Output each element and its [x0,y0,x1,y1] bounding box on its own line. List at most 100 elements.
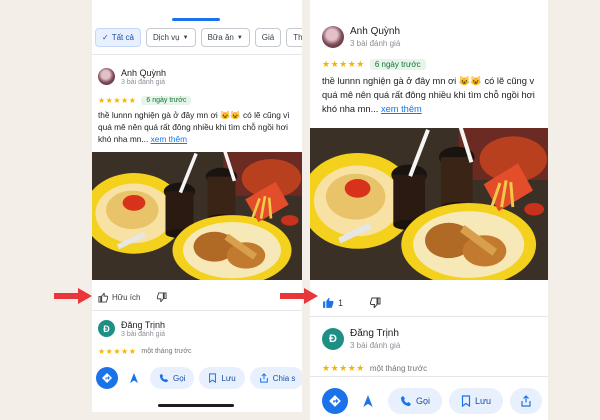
food-photo-illustration [310,128,548,280]
call-label: Gọi [173,373,186,383]
review-actions: Hữu ích [98,292,168,303]
rating-row: ★★★★★ 6 ngày trước [98,96,192,105]
next-review-author[interactable]: Đ Đăng Trịnh 3 bài đánh giá [98,320,165,338]
star-rating: ★★★★★ [322,363,365,373]
author-review-count: 3 bài đánh giá [350,39,401,48]
share-label: Chia s [272,373,296,383]
call-button[interactable]: Gọi [388,388,443,414]
review-photo[interactable] [92,152,302,280]
call-label: Gọi [416,396,431,406]
filter-chip-label: Tất cả [111,33,134,42]
navigation-arrow-icon [130,373,138,383]
star-rating: ★★★★★ [322,59,365,69]
review-time: một tháng trước [369,364,428,373]
divider [92,310,302,311]
caret-down-icon: ▼ [182,34,189,41]
phone-icon [401,396,411,406]
filter-chip-meal[interactable]: Bữa ăn ▼ [200,28,250,47]
share-button[interactable] [510,388,543,414]
author-review-count: 3 bài đánh giá [121,79,165,86]
place-action-bar: Gọi Lưu [322,388,543,414]
check-icon: ✓ [102,33,109,42]
directions-icon [102,373,112,383]
avatar[interactable] [98,68,115,85]
author-review-count: 3 bài đánh giá [121,331,165,338]
red-arrow-icon [280,288,318,304]
divider [92,54,302,55]
food-photo-illustration [92,152,302,280]
share-button[interactable]: Chia s [249,367,302,389]
save-label: Lưu [475,396,492,406]
left-phone-screen: ✓ Tất cả Dịch vụ ▼ Bữa ăn ▼ Giá Th Anh Q… [92,0,302,412]
star-rating: ★★★★★ [98,96,137,105]
share-icon [259,373,268,383]
avatar[interactable] [322,26,344,48]
review-time: một tháng trước [141,348,192,355]
author-name: Anh Quỳnh [121,68,167,78]
review-author[interactable]: Anh Quỳnh 3 bài đánh giá [322,26,400,48]
avatar[interactable]: Đ [322,328,344,350]
active-tab-indicator [172,18,220,21]
bookmark-icon [461,395,471,407]
divider [310,376,548,377]
next-review-author[interactable]: Đ Đăng Trịnh 3 bài đánh giá [322,328,400,350]
see-more-link[interactable]: xem thêm [381,104,422,114]
start-navigation-button[interactable] [123,367,145,389]
time-badge: 6 ngày trước [369,59,426,70]
review-text: thề lunnn nghiện gà ở đây mn ơi 😺😺 có lẽ… [322,74,548,116]
filter-chip-label: Dịch vụ [152,33,180,42]
thumbs-down-outline-icon [157,292,168,303]
start-navigation-button[interactable] [355,388,381,414]
review-text: thề lunnn nghiện gà ở đây mn ơi 😺😺 có lẽ… [98,109,298,145]
dislike-button[interactable] [369,297,381,309]
share-icon [521,395,531,407]
filter-chip-more[interactable]: Th [286,28,302,47]
filter-chip-price[interactable]: Giá [254,28,282,47]
like-count: 1 [338,297,344,308]
save-button[interactable]: Lưu [449,388,504,414]
author-name: Anh Quỳnh [350,26,401,37]
author-name: Đăng Trịnh [350,328,399,339]
rating-row: ★★★★★ 6 ngày trước [322,59,426,70]
time-badge: 6 ngày trước [141,96,192,105]
filter-chip-label: Th [293,33,302,42]
helpful-button[interactable]: Hữu ích [98,292,140,303]
review-body: thề lunnn nghiện gà ở đây mn ơi 😺😺 có lẽ… [98,110,290,144]
author-review-count: 3 bài đánh giá [350,341,401,350]
red-arrow-icon [54,288,92,304]
dislike-button[interactable] [156,292,168,303]
review-filter-chips: ✓ Tất cả Dịch vụ ▼ Bữa ăn ▼ Giá Th [95,28,302,47]
thumbs-up-outline-icon [98,292,109,303]
filter-chip-all[interactable]: ✓ Tất cả [95,28,141,47]
directions-button[interactable] [322,388,348,414]
see-more-link[interactable]: xem thêm [151,134,187,144]
review-actions: 1 [322,296,381,309]
right-phone-screen: Anh Quỳnh 3 bài đánh giá ★★★★★ 6 ngày tr… [310,0,548,420]
phone-icon [159,373,169,383]
directions-button[interactable] [96,367,118,389]
review-body: thề lunnn nghiện gà ở đây mn ơi 😺😺 có lẽ… [322,76,535,114]
thumbs-down-outline-icon [370,297,381,308]
thumbs-up-filled-icon [323,297,334,308]
caret-down-icon: ▼ [236,34,243,41]
divider [310,316,548,317]
navigation-arrow-icon [363,395,373,407]
author-name: Đăng Trịnh [121,320,166,330]
call-button[interactable]: Gọi [150,367,195,389]
save-button[interactable]: Lưu [199,367,245,389]
filter-chip-label: Giá [261,33,275,42]
next-rating-row: ★★★★★ một tháng trước [322,363,427,374]
star-rating: ★★★★★ [98,347,137,356]
next-rating-row: ★★★★★ một tháng trước [98,347,192,356]
place-action-bar: Gọi Lưu Chia s [96,367,302,389]
filter-chip-service[interactable]: Dịch vụ ▼ [145,28,196,47]
review-author[interactable]: Anh Quỳnh 3 bài đánh giá [98,68,166,86]
helpful-label: Hữu ích [112,293,141,302]
review-photo[interactable] [310,128,548,280]
filter-chip-label: Bữa ăn [207,33,234,42]
avatar[interactable]: Đ [98,320,115,337]
bookmark-icon [209,373,217,383]
save-label: Lưu [221,373,236,383]
helpful-button-active[interactable]: 1 [322,296,343,309]
directions-icon [329,395,341,407]
